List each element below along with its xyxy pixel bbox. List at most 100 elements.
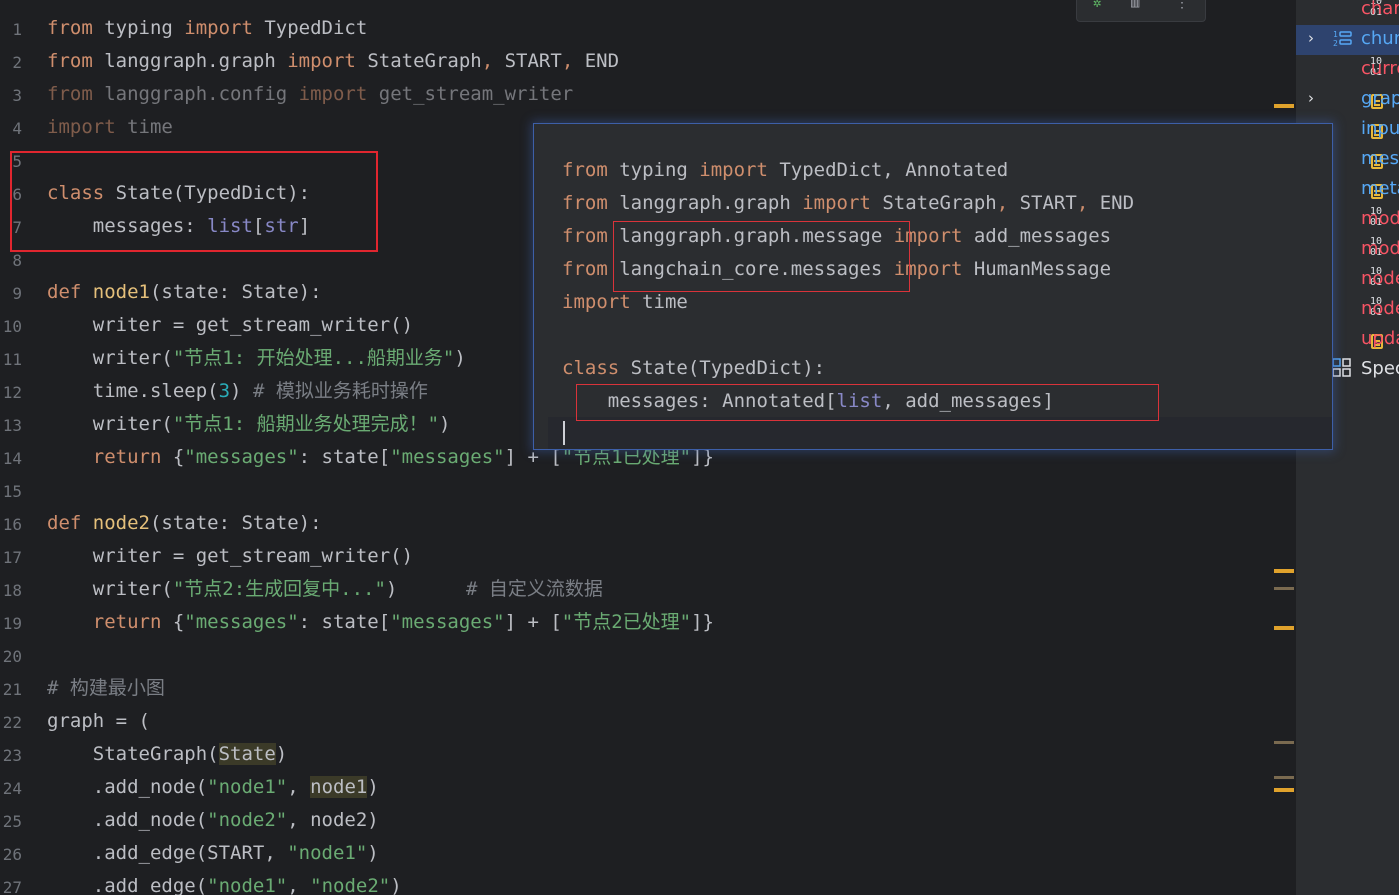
binary-icon: 10 01 (1370, 296, 1383, 318)
code-line[interactable]: .add_node("node1", node1) (47, 771, 379, 804)
code-token: { (161, 446, 185, 468)
line-number: 9 (12, 284, 22, 303)
scroll-marker (1274, 569, 1294, 573)
code-token: from (47, 17, 93, 39)
code-token: "node2" (207, 809, 288, 831)
code-line[interactable]: writer = get_stream_writer() (47, 309, 413, 342)
code-line[interactable]: .add_edge("node1", "node2") (47, 870, 402, 895)
code-token: import (298, 83, 368, 105)
code-line[interactable]: StateGraph(State) (47, 738, 287, 771)
code-token: graph = ( (47, 710, 150, 732)
code-token: import (699, 159, 768, 181)
line-number: 1 (12, 20, 22, 39)
line-number: 16 (2, 515, 22, 534)
delete-icon[interactable]: ▥ (1131, 0, 1139, 11)
code-line[interactable]: def node2(state: State): (47, 507, 322, 540)
popup-code-line: from langgraph.graph import StateGraph, … (562, 187, 1134, 220)
line-number: 4 (12, 119, 22, 138)
field-icon (1332, 178, 1383, 200)
field-icon (1332, 88, 1383, 110)
code-line[interactable]: writer("节点1: 开始处理...船期业务") (47, 342, 466, 375)
code-token: import (562, 291, 631, 313)
code-token: ]} (691, 611, 714, 633)
current-line-highlight (548, 417, 1332, 449)
structure-item-label: inpu (1361, 118, 1399, 139)
code-line[interactable]: .add_node("node2", node2) (47, 804, 379, 837)
line-number: 20 (2, 647, 22, 666)
code-line[interactable]: graph = ( (47, 705, 150, 738)
code-token: State(TypedDict): (619, 357, 826, 379)
code-line[interactable]: import time (47, 111, 173, 144)
structure-item-label: node (1361, 298, 1399, 319)
code-token: , (287, 875, 311, 895)
line-number: 26 (2, 845, 22, 864)
code-line[interactable]: writer("节点2:生成回复中...") # 自定义流数据 (47, 573, 603, 606)
code-token: ) (385, 578, 466, 600)
code-token: def (47, 512, 82, 534)
field-icon (1332, 328, 1383, 350)
line-number: 10 (2, 317, 22, 336)
scroll-marker (1274, 788, 1294, 792)
code-token: from (562, 258, 608, 280)
chevron-right-icon[interactable]: › (1308, 29, 1314, 47)
structure-item[interactable]: 1001 curre (1296, 55, 1399, 85)
code-token: START (1008, 192, 1077, 214)
popup-code-line: class State(TypedDict): (562, 352, 825, 385)
code-token: writer = get_stream_writer() (47, 545, 414, 567)
code-token: START (493, 50, 562, 72)
code-token: TypedDict (252, 17, 368, 39)
code-token: .add_edge( (47, 875, 208, 895)
code-line[interactable]: from langgraph.config import get_stream_… (47, 78, 573, 111)
field-icon (1332, 118, 1383, 140)
code-token: time (115, 116, 173, 138)
code-token: langgraph.config (92, 83, 299, 105)
line-number: 2 (12, 53, 22, 72)
code-token: writer( (47, 347, 173, 369)
line-number: 25 (2, 812, 22, 831)
code-token: time (630, 291, 688, 313)
chevron-right-icon[interactable]: › (1308, 89, 1314, 107)
code-line[interactable]: # 构建最小图 (47, 672, 165, 705)
structure-item-label: node (1361, 268, 1399, 289)
code-token: ) (275, 743, 288, 765)
code-line[interactable]: def node1(state: State): (47, 276, 322, 309)
grid-icon (1332, 358, 1352, 380)
code-token: TypedDict, Annotated (767, 159, 1009, 181)
list-icon: 12 (1332, 28, 1352, 50)
code-token: writer( (47, 578, 173, 600)
code-line[interactable]: return {"messages": state["messages"] + … (47, 606, 714, 639)
scroll-marker (1274, 741, 1294, 744)
code-token: # 构建最小图 (47, 677, 165, 699)
line-number: 3 (12, 86, 22, 105)
code-token: from (562, 225, 608, 247)
scroll-marker (1274, 104, 1294, 108)
code-token: , (561, 50, 574, 72)
binary-icon: 10 01 (1370, 0, 1383, 18)
line-number: 22 (2, 713, 22, 732)
code-token: node1 (310, 776, 368, 798)
structure-item[interactable]: 10 01 char (1296, 0, 1399, 25)
more-icon[interactable]: ⋮ (1175, 0, 1189, 11)
structure-item-label: char (1361, 0, 1399, 19)
structure-item[interactable]: › 12 chun (1296, 25, 1399, 55)
code-token: END (1088, 192, 1135, 214)
code-token: .add_edge(START, (47, 842, 288, 864)
code-line[interactable]: time.sleep(3) # 模拟业务耗时操作 (47, 375, 428, 408)
debug-icon[interactable]: ✲ (1093, 0, 1101, 11)
code-line[interactable]: writer("节点1: 船期业务处理完成！") (47, 408, 451, 441)
line-number: 13 (2, 416, 22, 435)
code-line[interactable]: .add_edge(START, "node1") (47, 837, 379, 870)
code-line[interactable]: from typing import TypedDict (47, 12, 367, 45)
code-token: import (287, 50, 356, 72)
code-line[interactable]: from langgraph.graph import StateGraph, … (47, 45, 619, 78)
code-token: "node2" (310, 875, 391, 895)
editor-floating-toolbar: ✲ ▥ ⋮ (1076, 0, 1206, 22)
structure-item[interactable]: › grap (1296, 85, 1399, 115)
line-number: 14 (2, 449, 22, 468)
binary-icon: 10 01 (1370, 236, 1383, 258)
code-token: ] + [ (504, 611, 562, 633)
code-token: "messages" (184, 446, 299, 468)
code-token: , (996, 192, 1009, 214)
code-token: : state[ (298, 446, 391, 468)
code-line[interactable]: writer = get_stream_writer() (47, 540, 413, 573)
